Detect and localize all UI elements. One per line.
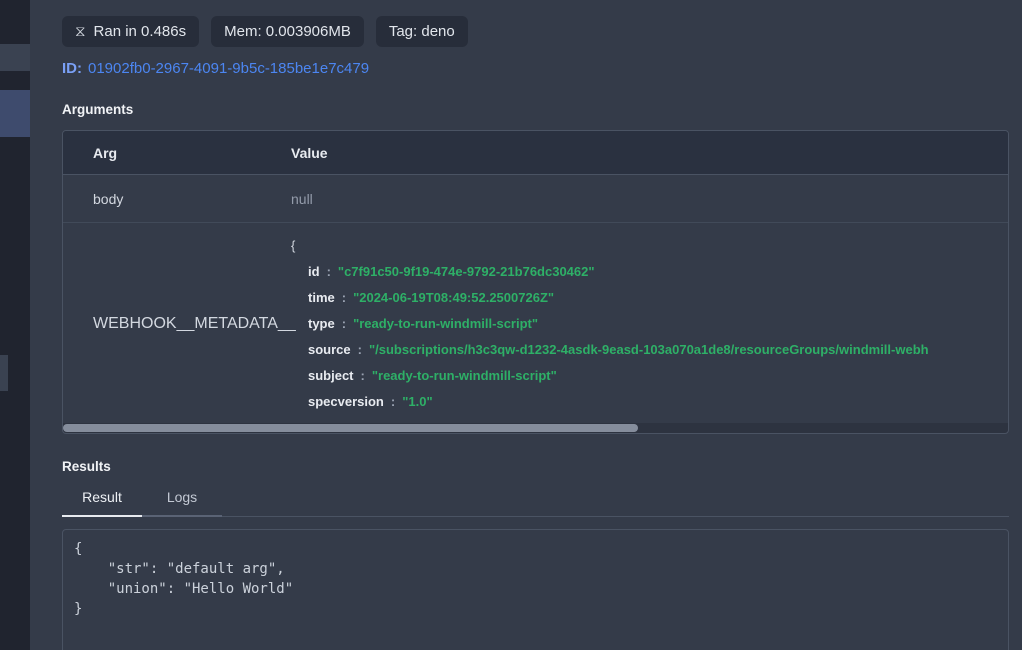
colon: :	[358, 342, 362, 357]
arg-name: WEBHOOK__METADATA__	[63, 315, 291, 333]
table-row: WEBHOOK__METADATA__ { id: "c7f91c50-9f19-…	[63, 223, 1008, 423]
json-entry: specversion: "1.0"	[291, 389, 1008, 415]
sidebar	[0, 0, 30, 650]
json-entry: source: "/subscriptions/h3c3qw-d1232-4asd…	[291, 337, 1008, 363]
results-title: Results	[62, 459, 1009, 474]
job-id-label: ID:	[62, 60, 82, 77]
job-id-link[interactable]: 01902fb0-2967-4091-9b5c-185be1e7c479	[88, 60, 369, 77]
job-detail-panel: ⧖ Ran in 0.486s Mem: 0.003906MB Tag: den…	[30, 0, 1022, 650]
tag-badge: Tag: deno	[376, 16, 468, 47]
result-json-viewer: { "str": "default arg", "union": "Hello …	[62, 529, 1009, 650]
memory-badge: Mem: 0.003906MB	[211, 16, 364, 47]
json-value: "ready-to-run-windmill-script"	[353, 316, 538, 331]
code-line: }	[74, 599, 997, 619]
json-value: "1.0"	[402, 394, 432, 409]
table-row: body null	[63, 175, 1008, 223]
sidebar-item[interactable]	[0, 44, 30, 71]
sidebar-item[interactable]	[0, 355, 8, 391]
code-line: {	[74, 539, 997, 559]
arguments-title: Arguments	[62, 102, 1009, 117]
json-value: "/subscriptions/h3c3qw-d1232-4asdk-9easd…	[369, 342, 929, 357]
json-key: source	[308, 342, 351, 357]
colon: :	[327, 264, 331, 279]
json-key: type	[308, 316, 335, 331]
colon: :	[391, 394, 395, 409]
horizontal-scrollbar-thumb[interactable]	[63, 424, 638, 432]
json-entry: type: "ready-to-run-windmill-script"	[291, 311, 1008, 337]
json-value: "ready-to-run-windmill-script"	[372, 368, 557, 383]
column-header-arg: Arg	[63, 145, 291, 161]
colon: :	[342, 316, 346, 331]
json-entry: subject: "ready-to-run-windmill-script"	[291, 363, 1008, 389]
arg-value-null: null	[291, 191, 1008, 207]
json-key: specversion	[308, 394, 384, 409]
code-line: "union": "Hello World"	[74, 579, 997, 599]
arguments-table-header: Arg Value	[63, 131, 1008, 175]
results-tab-bar: Result Logs	[62, 489, 1009, 517]
json-value: "2024-06-19T08:49:52.2500726Z"	[353, 290, 554, 305]
colon: :	[361, 368, 365, 383]
code-line: "str": "default arg",	[74, 559, 997, 579]
runtime-badge: ⧖ Ran in 0.486s	[62, 16, 199, 47]
json-value: "c7f91c50-9f19-474e-9792-21b76dc30462"	[338, 264, 595, 279]
json-entry: time: "2024-06-19T08:49:52.2500726Z"	[291, 285, 1008, 311]
hourglass-icon: ⧖	[75, 24, 86, 39]
tab-result[interactable]: Result	[62, 489, 142, 516]
json-entry: id: "c7f91c50-9f19-474e-9792-21b76dc30462…	[291, 259, 1008, 285]
open-brace: {	[291, 233, 1008, 259]
json-object-viewer: { id: "c7f91c50-9f19-474e-9792-21b76dc304…	[291, 233, 1008, 415]
sidebar-item-active[interactable]	[0, 90, 30, 137]
memory-badge-label: Mem: 0.003906MB	[224, 24, 351, 39]
arguments-table: Arg Value body null WEBHOOK__METADATA__ …	[62, 130, 1009, 434]
run-info-badges: ⧖ Ran in 0.486s Mem: 0.003906MB Tag: den…	[62, 16, 1009, 47]
json-key: time	[308, 290, 335, 305]
json-key: subject	[308, 368, 354, 383]
job-id-line: ID: 01902fb0-2967-4091-9b5c-185be1e7c479	[62, 60, 1009, 77]
horizontal-scrollbar	[63, 423, 1008, 433]
runtime-badge-label: Ran in 0.486s	[94, 24, 187, 39]
arg-name: body	[63, 191, 291, 207]
tab-logs[interactable]: Logs	[142, 489, 222, 516]
column-header-value: Value	[291, 145, 1008, 161]
json-key: id	[308, 264, 320, 279]
tag-badge-label: Tag: deno	[389, 24, 455, 39]
colon: :	[342, 290, 346, 305]
